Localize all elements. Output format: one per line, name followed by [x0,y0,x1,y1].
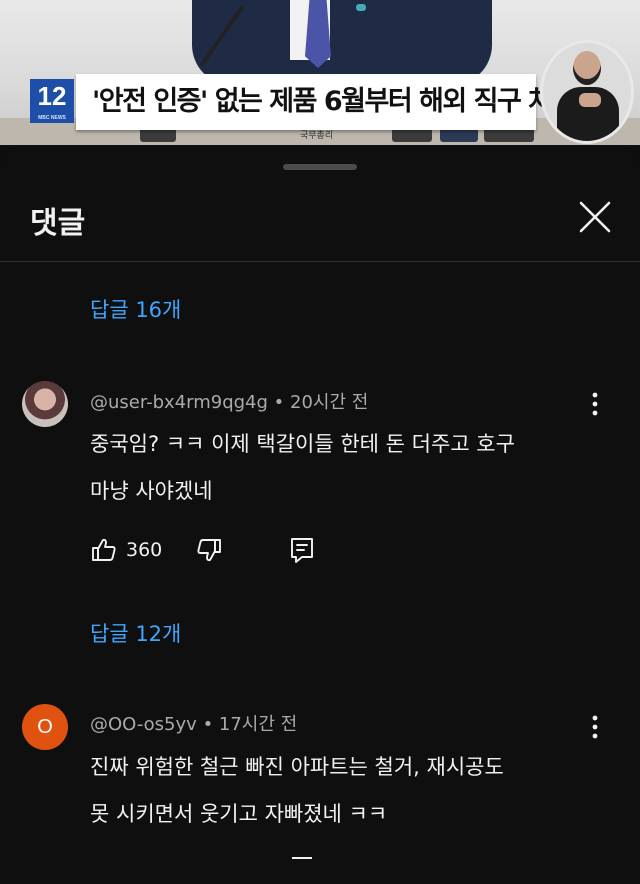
comments-sheet: 댓글 답글 16개 @user-bx4rm9qg4g • 20시간 전 중국임?… [0,148,640,860]
avatar[interactable] [22,381,68,427]
reply-icon[interactable] [288,854,316,884]
sign-language-interpreter [540,40,634,144]
close-icon[interactable] [572,194,618,240]
drag-handle[interactable] [283,164,357,170]
sheet-title: 댓글 [30,206,86,241]
reply-icon[interactable] [288,535,316,565]
comment-text-line: 중국임? ㅋㅋ 이제 택갈이들 한테 돈 더주고 호구 [90,432,515,456]
comment-text-line: 진짜 위험한 철근 빠진 아파트는 철거, 재시공도 [90,755,504,779]
more-options-icon[interactable] [584,711,606,743]
comment-meta: @OO-os5yv • 17시간 전 [90,710,297,736]
video-player[interactable]: 국무총리 '안전 인증' 없는 제품 6월부터 해외 직구 차단 12 MBC … [0,0,640,145]
comment-time: • 17시간 전 [202,714,298,735]
more-options-icon[interactable] [584,388,606,420]
comment-time: • 20시간 전 [273,392,369,413]
lapel-pin [356,4,366,11]
view-replies-link[interactable]: 답글 16개 [90,294,181,324]
interpreter-hands [579,93,601,107]
comment-text-line: 못 시키면서 웃기고 자빠졌네 ㅋㅋ [90,802,388,826]
channel-logo: 12 MBC NEWS [30,79,74,123]
header-divider [0,261,640,262]
comment-author[interactable]: @OO-os5yv [90,714,197,735]
channel-logo-sub: MBC NEWS [38,115,66,121]
view-replies-link[interactable]: 답글 12개 [90,618,181,648]
thumbs-down-icon[interactable] [195,536,223,564]
comment-meta: @user-bx4rm9qg4g • 20시간 전 [90,388,368,414]
thumbs-up-icon[interactable] [90,536,118,564]
like-count: 360 [126,539,163,561]
comment-author[interactable]: @user-bx4rm9qg4g [90,392,268,413]
comment-text-line: 마냥 사야겠네 [90,479,213,503]
interpreter-head [573,51,601,85]
speaker-tie [305,0,331,68]
news-caption: '안전 인증' 없는 제품 6월부터 해외 직구 차단 [92,86,576,117]
avatar-letter: O [37,716,53,738]
avatar[interactable]: O [22,704,68,750]
channel-number: 12 [37,81,67,111]
